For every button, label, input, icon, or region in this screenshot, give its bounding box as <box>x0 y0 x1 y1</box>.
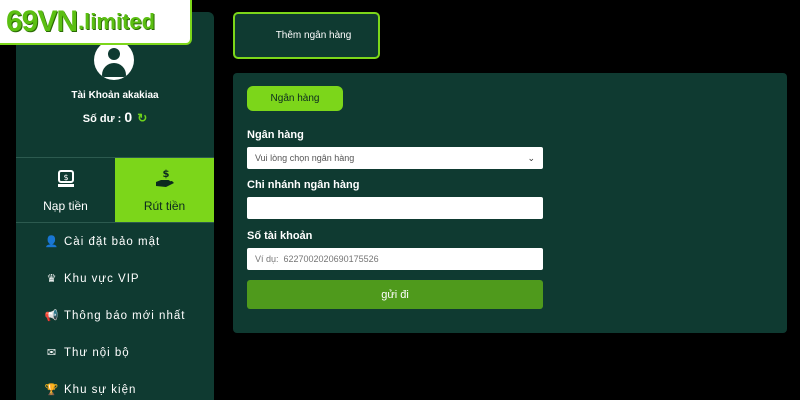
sidebar-item-label: Thông báo mới nhất <box>64 309 186 322</box>
trophy-icon: 🏆 <box>44 384 60 396</box>
sidebar-item-security[interactable]: 👤 Cài đặt bảo mật <box>16 223 214 260</box>
tab-deposit-label: Nạp tiền <box>43 198 88 213</box>
balance-row: Số dư : 0 ↻ <box>16 109 214 125</box>
balance-label: Số dư : <box>82 113 122 125</box>
bank-select-value: Vui lòng chọn ngân hàng <box>255 153 355 163</box>
account-number-input[interactable] <box>247 248 543 270</box>
sidebar-item-label: Thư nội bộ <box>64 346 130 359</box>
avatar-icon <box>94 40 134 80</box>
tab-withdraw[interactable]: $ Rút tiền <box>115 158 214 222</box>
money-bag-icon: $ <box>56 168 76 193</box>
user-lock-icon: 👤 <box>44 236 60 248</box>
submit-button[interactable]: gửi đi <box>247 280 543 309</box>
envelope-icon: ✉ <box>46 347 58 359</box>
sidebar-item-label: Cài đặt bảo mật <box>64 235 161 248</box>
svg-text:$: $ <box>162 169 169 180</box>
megaphone-icon: 📢 <box>44 310 60 322</box>
sidebar-item-inbox[interactable]: ✉ Thư nội bộ <box>16 334 214 371</box>
add-bank-button[interactable]: Thêm ngân hàng <box>233 12 380 59</box>
hand-dollar-icon: $ <box>154 168 176 193</box>
wallet-tabs: $ Nạp tiền $ Rút tiền <box>16 157 214 223</box>
tab-withdraw-label: Rút tiền <box>143 198 186 213</box>
account-name: Tài Khoản akakiaa <box>71 90 159 101</box>
chevron-down-icon: ⌄ <box>527 152 535 163</box>
bank-select[interactable]: Vui lòng chọn ngân hàng ⌄ <box>247 147 543 169</box>
branch-label: Chi nhánh ngân hàng <box>247 179 360 191</box>
logo-main-text: 69VN <box>6 4 78 38</box>
sidebar-menu: 👤 Cài đặt bảo mật ♛ Khu vực VIP 📢 Thông … <box>16 223 214 400</box>
bank-label: Ngân hàng <box>247 129 304 141</box>
sidebar-item-label: Khu vực VIP <box>64 272 140 285</box>
site-logo[interactable]: 69VN .limited <box>0 0 192 45</box>
branch-input[interactable] <box>247 197 543 219</box>
bank-form-panel: Ngân hàng Ngân hàng Vui lòng chọn ngân h… <box>233 73 787 333</box>
sidebar: Tài Khoản akakiaa Số dư : 0 ↻ $ Nạp tiền… <box>16 12 214 400</box>
account-number-label: Số tài khoản <box>247 230 313 242</box>
sidebar-item-notifications[interactable]: 📢 Thông báo mới nhất <box>16 297 214 334</box>
tab-deposit[interactable]: $ Nạp tiền <box>16 158 115 222</box>
sidebar-item-vip[interactable]: ♛ Khu vực VIP <box>16 260 214 297</box>
page: 69VN .limited Tài Khoản akakiaa Số dư : … <box>0 0 800 400</box>
sidebar-item-events[interactable]: 🏆 Khu sự kiện <box>16 371 214 400</box>
refresh-icon[interactable]: ↻ <box>137 111 147 125</box>
tab-bank[interactable]: Ngân hàng <box>247 86 343 111</box>
balance-value: 0 <box>124 109 133 125</box>
logo-suffix-text: .limited <box>78 8 156 34</box>
crown-icon: ♛ <box>46 273 58 285</box>
svg-text:$: $ <box>63 173 68 182</box>
sidebar-item-label: Khu sự kiện <box>64 383 137 396</box>
